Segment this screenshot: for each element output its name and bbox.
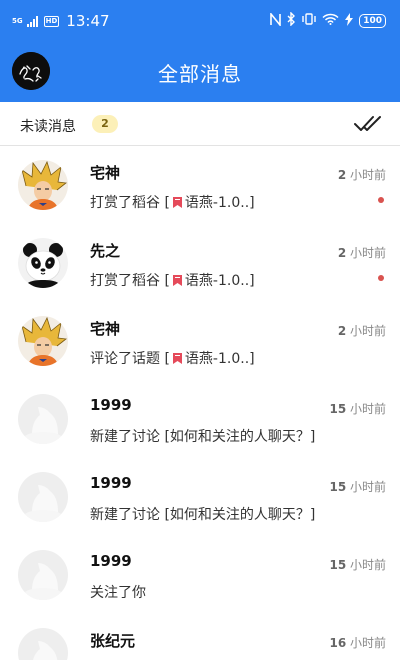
message-item[interactable]: 1999 15 小时前 新建了讨论 [如何和关注的人聊天？]	[0, 458, 400, 536]
message-item[interactable]: 宅神 2 小时前 评论了话题 [语燕-1.0..]	[0, 302, 400, 380]
message-list: 宅神 2 小时前 打赏了稻谷 [语燕-1.0..] 先之 2 小时前 打赏了稻谷…	[0, 146, 400, 660]
message-time: 16 小时前	[329, 636, 386, 650]
sender-name: 1999	[90, 474, 132, 492]
sender-name: 宅神	[90, 164, 121, 182]
goku-avatar[interactable]	[18, 160, 68, 210]
panda-avatar[interactable]	[18, 238, 68, 288]
clock: 13:47	[66, 12, 110, 30]
message-time: 2 小时前	[337, 168, 386, 182]
default-avatar[interactable]	[18, 550, 68, 600]
message-preview: 打赏了稻谷 [语燕-1.0..]	[90, 273, 255, 289]
message-item[interactable]: 1999 15 小时前 关注了你	[0, 536, 400, 614]
bluetooth-icon	[287, 11, 296, 29]
sender-name: 1999	[90, 552, 132, 570]
battery-icon: 100	[359, 13, 386, 28]
message-time: 2 小时前	[337, 246, 386, 260]
message-time: 2 小时前	[337, 324, 386, 338]
hd-badge: HD	[43, 15, 60, 27]
nfc-icon	[270, 11, 282, 29]
bookmark-icon	[172, 275, 182, 286]
message-item[interactable]: 宅神 2 小时前 打赏了稻谷 [语燕-1.0..]	[0, 146, 400, 224]
message-preview: 关注了你	[90, 585, 146, 601]
message-time: 15 小时前	[329, 558, 386, 572]
sender-name: 张纪元	[90, 632, 136, 650]
message-preview: 打赏了稻谷 [语燕-1.0..]	[90, 195, 255, 211]
message-time: 15 小时前	[329, 480, 386, 494]
wifi-icon	[322, 13, 339, 28]
double-check-icon	[354, 116, 381, 131]
app-header: 全部消息	[0, 42, 400, 102]
sender-name: 宅神	[90, 320, 121, 338]
default-avatar[interactable]	[18, 628, 68, 660]
bookmark-icon	[172, 197, 182, 208]
message-preview: 评论了话题 [语燕-1.0..]	[90, 351, 255, 367]
message-item[interactable]: 张纪元 16 小时前	[0, 614, 400, 660]
unread-dot	[378, 275, 384, 281]
message-item[interactable]: 先之 2 小时前 打赏了稻谷 [语燕-1.0..]	[0, 224, 400, 302]
message-item[interactable]: 1999 15 小时前 新建了讨论 [如何和关注的人聊天？]	[0, 380, 400, 458]
charging-icon	[345, 12, 354, 29]
goku-avatar[interactable]	[18, 316, 68, 366]
signal-icon	[26, 15, 38, 27]
mark-all-read-button[interactable]	[354, 114, 382, 134]
unread-filter-label[interactable]: 未读消息	[20, 116, 76, 136]
default-avatar[interactable]	[18, 394, 68, 444]
unread-dot	[378, 197, 384, 203]
filter-bar: 未读消息 2	[0, 102, 400, 146]
message-preview: 新建了讨论 [如何和关注的人聊天？]	[90, 507, 316, 523]
status-bar: 5G HD 13:47 100	[0, 0, 400, 42]
message-preview: 新建了讨论 [如何和关注的人聊天？]	[90, 429, 316, 445]
bookmark-icon	[172, 353, 182, 364]
default-avatar[interactable]	[18, 472, 68, 522]
sender-name: 1999	[90, 396, 132, 414]
unread-count-badge: 2	[92, 115, 118, 133]
page-title: 全部消息	[158, 62, 242, 86]
sender-name: 先之	[90, 242, 121, 260]
network-type: 5G	[12, 16, 23, 25]
vibrate-icon	[302, 13, 316, 28]
message-time: 15 小时前	[329, 402, 386, 416]
